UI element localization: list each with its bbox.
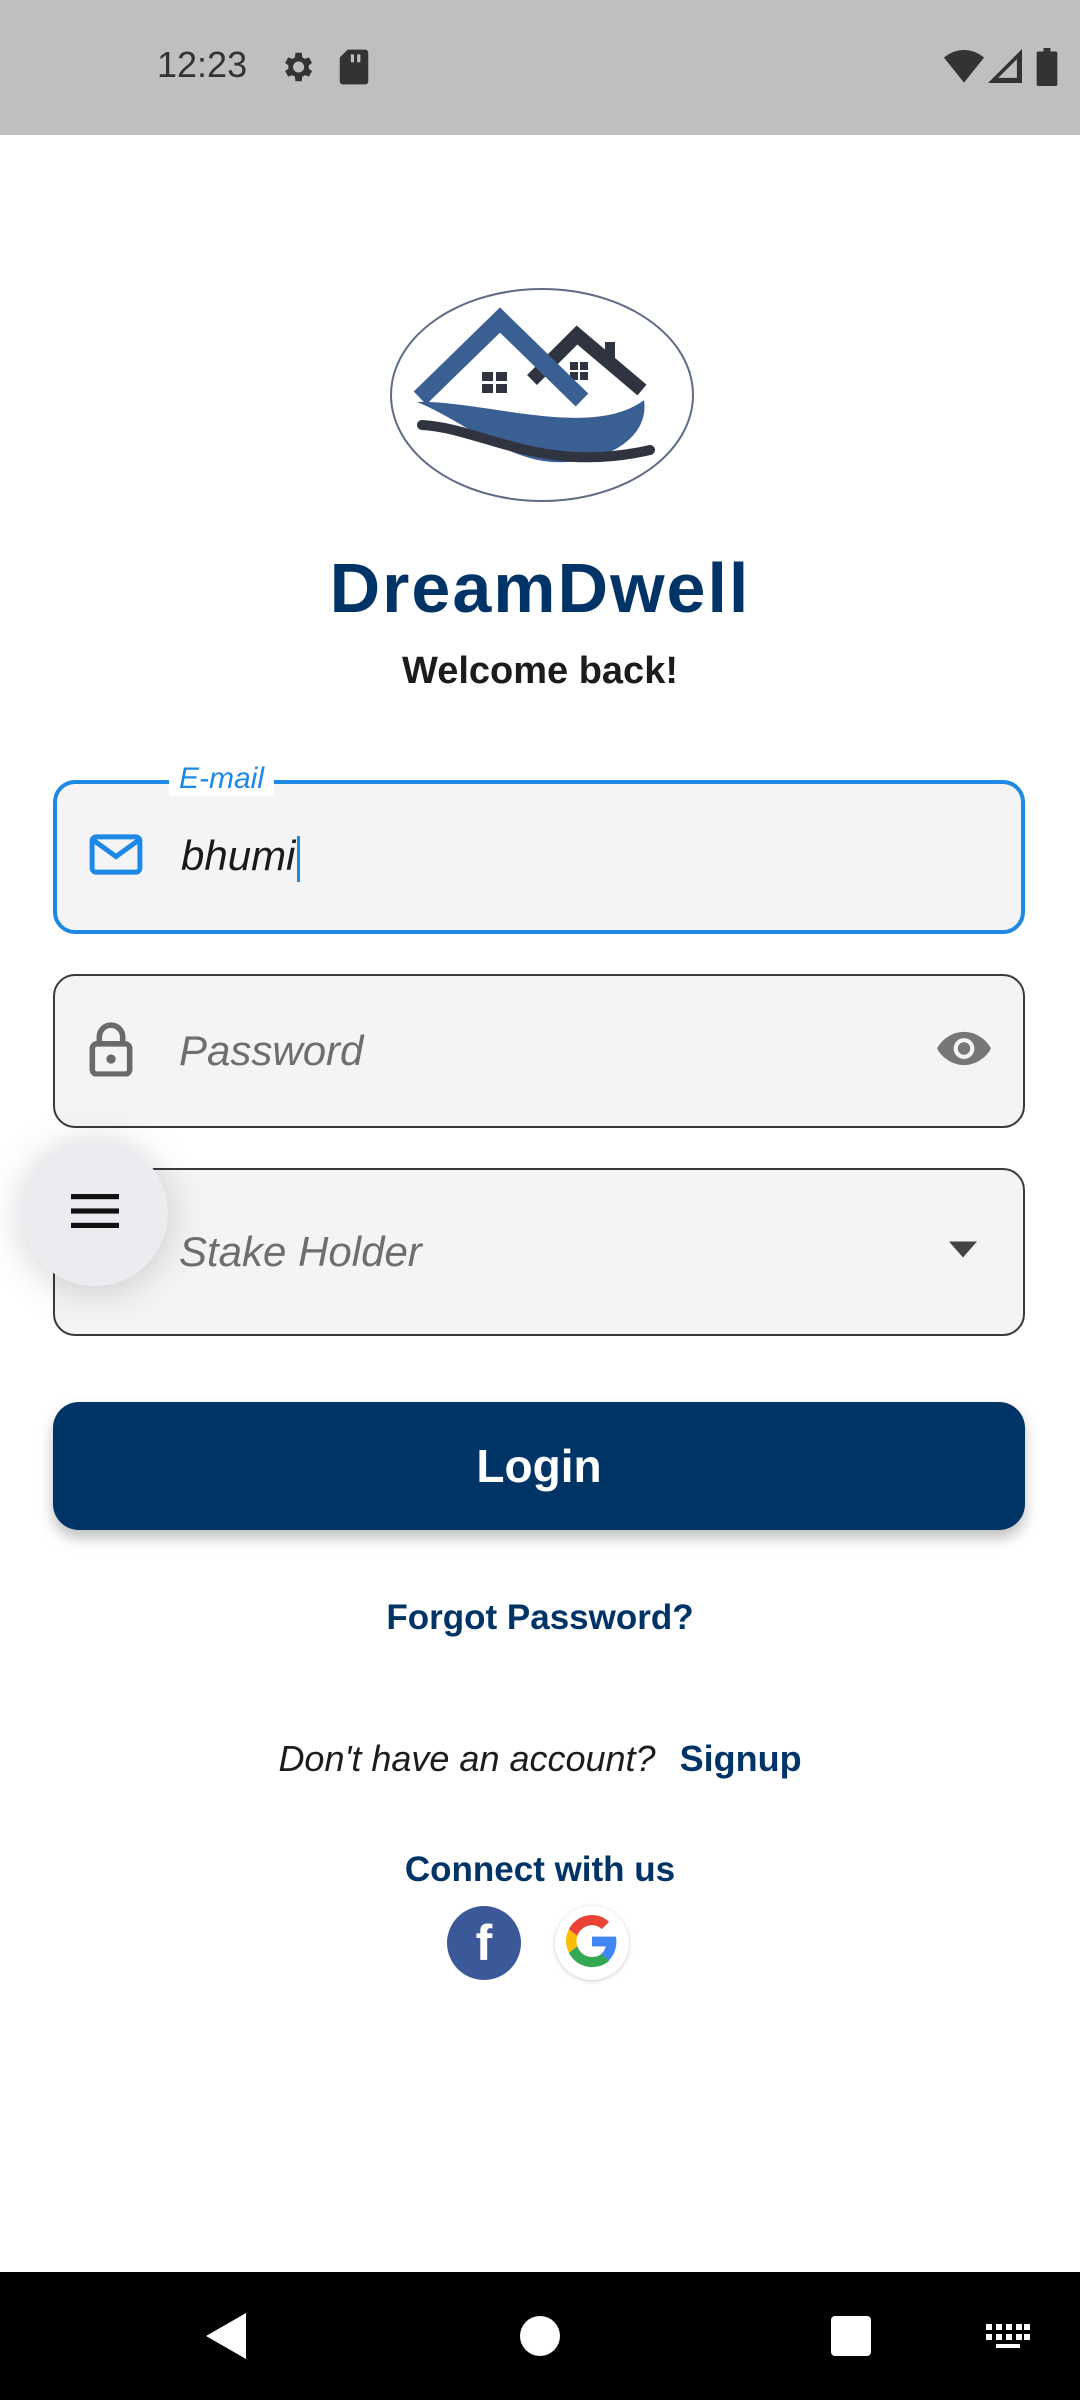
status-bar: 12:23 [0, 0, 1080, 135]
email-input[interactable]: bhumi [181, 832, 301, 882]
recents-icon[interactable] [826, 2272, 876, 2400]
no-account-text: Don't have an account? [278, 1738, 656, 1779]
lock-icon [87, 1021, 135, 1082]
facebook-button[interactable]: f [447, 1906, 521, 1980]
signup-link[interactable]: Signup [680, 1738, 802, 1779]
menu-icon [71, 1192, 119, 1235]
status-time: 12:23 [157, 44, 248, 85]
stakeholder-dropdown[interactable]: Stake Holder [53, 1168, 1025, 1336]
google-icon [566, 1914, 618, 1972]
facebook-icon: f [475, 1915, 493, 1971]
password-input[interactable]: Password [179, 1027, 363, 1075]
keyboard-icon[interactable] [984, 2272, 1032, 2400]
text-cursor [297, 835, 301, 882]
connect-with-us-label: Connect with us [404, 1850, 676, 1889]
app-logo [390, 288, 694, 502]
welcome-text: Welcome back! [402, 650, 678, 692]
wifi-icon [944, 48, 984, 89]
menu-button[interactable] [22, 1140, 168, 1286]
eye-icon[interactable] [935, 1029, 993, 1074]
back-icon[interactable] [190, 2272, 262, 2400]
app-title: DreamDwell [329, 549, 751, 627]
dropdown-arrow-icon [949, 1241, 977, 1263]
house-logo-icon [413, 307, 655, 463]
email-label: E-mail [169, 762, 275, 796]
sd-card-icon [338, 48, 370, 91]
navigation-bar [0, 2272, 1080, 2400]
login-button[interactable]: Login [53, 1402, 1025, 1530]
stakeholder-placeholder: Stake Holder [179, 1228, 422, 1275]
forgot-password-link[interactable]: Forgot Password? [0, 1598, 1080, 1638]
settings-icon [278, 48, 316, 91]
google-button[interactable] [555, 1906, 629, 1980]
email-field[interactable]: E-mail bhumi [53, 762, 1025, 934]
battery-icon [1036, 48, 1058, 91]
password-field[interactable]: Password [53, 974, 1025, 1128]
home-icon[interactable] [500, 2272, 580, 2400]
mail-icon [89, 833, 143, 882]
signal-icon [988, 48, 1022, 89]
signup-row: Don't have an account? Signup [0, 1738, 1080, 1780]
email-value: bhumi [181, 832, 296, 880]
